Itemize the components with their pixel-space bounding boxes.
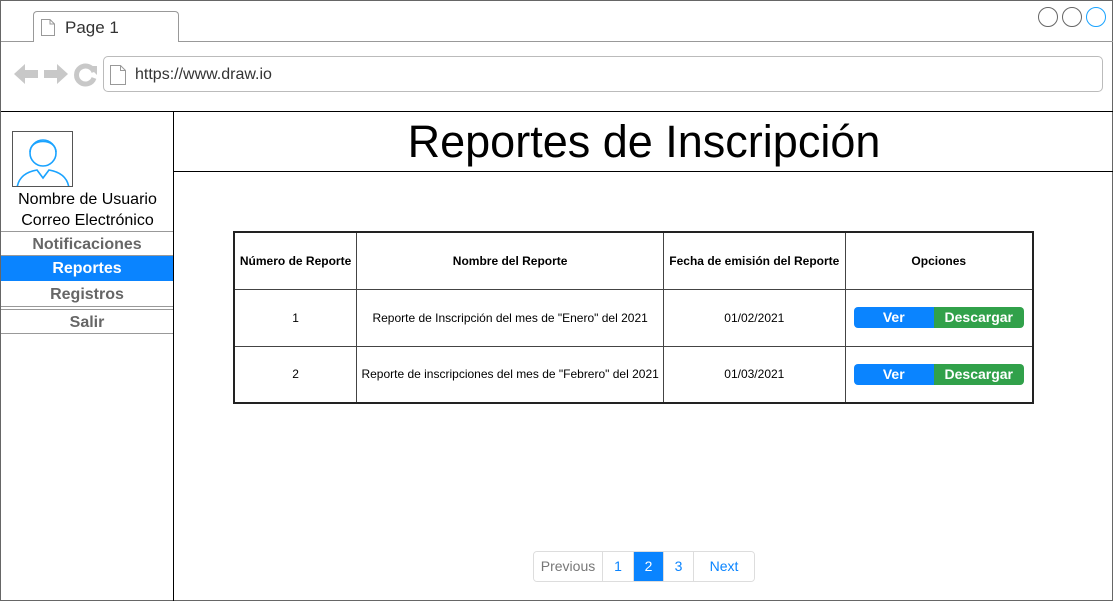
- maximize-button[interactable]: [1062, 7, 1082, 27]
- report-options: Ver Descargar: [844, 288, 1034, 347]
- table-header-row: Número de Reporte Nombre del Reporte Fec…: [233, 231, 1034, 290]
- user-avatar-icon: [16, 139, 70, 186]
- sidebar-item-notificaciones[interactable]: Notificaciones: [1, 231, 173, 256]
- report-options: Ver Descargar: [844, 345, 1034, 404]
- page-title: Reportes de Inscripción: [174, 112, 1113, 172]
- page-icon: [41, 19, 55, 36]
- pagination: Previous 1 2 3 Next: [533, 551, 755, 582]
- sidebar: Nombre de Usuario Correo Electrónico Not…: [1, 111, 174, 601]
- refresh-icon[interactable]: [74, 63, 98, 87]
- report-name: Reporte de inscripciones del mes de "Feb…: [356, 345, 665, 404]
- page-3-button[interactable]: 3: [664, 552, 694, 581]
- back-arrow-icon[interactable]: [13, 63, 39, 85]
- report-number: 2: [233, 345, 358, 404]
- report-date: 01/03/2021: [663, 345, 846, 404]
- report-number: 1: [233, 288, 358, 347]
- report-date: 01/02/2021: [663, 288, 846, 347]
- column-header: Número de Reporte: [233, 231, 358, 290]
- avatar: [12, 131, 73, 187]
- view-button[interactable]: Ver: [853, 363, 934, 385]
- sidebar-item-reportes[interactable]: Reportes: [1, 256, 173, 281]
- next-page-button[interactable]: Next: [694, 552, 754, 581]
- tab-label: Page 1: [65, 18, 119, 37]
- page-2-button[interactable]: 2: [634, 552, 664, 581]
- options-button-group: Ver Descargar: [853, 307, 1024, 328]
- table-row: 1 Reporte de Inscripción del mes de "Ene…: [233, 288, 1034, 347]
- options-button-group: Ver Descargar: [853, 363, 1024, 385]
- user-email: Correo Electrónico: [21, 212, 154, 229]
- page-1-button[interactable]: 1: [603, 552, 634, 581]
- report-name: Reporte de Inscripción del mes de "Enero…: [356, 288, 665, 347]
- reports-table: Número de Reporte Nombre del Reporte Fec…: [233, 231, 1034, 404]
- previous-page-button[interactable]: Previous: [534, 552, 603, 581]
- view-button[interactable]: Ver: [853, 307, 934, 328]
- forward-arrow-icon[interactable]: [43, 63, 69, 85]
- sidebar-item-salir[interactable]: Salir: [1, 309, 173, 334]
- browser-tab[interactable]: Page 1: [33, 11, 179, 42]
- minimize-button[interactable]: [1038, 7, 1058, 27]
- close-button[interactable]: [1086, 7, 1106, 27]
- column-header: Nombre del Reporte: [356, 231, 665, 290]
- browser-window: Page 1 https://www.draw.io Nombre de Usu…: [0, 0, 1113, 601]
- table-row: 2 Reporte de inscripciones del mes de "F…: [233, 345, 1034, 404]
- download-button[interactable]: Descargar: [933, 307, 1024, 328]
- column-header: Fecha de emisión del Reporte: [663, 231, 846, 290]
- sidebar-item-registros[interactable]: Registros: [1, 282, 173, 307]
- page-icon: [110, 65, 126, 85]
- download-button[interactable]: Descargar: [933, 363, 1024, 385]
- user-name: Nombre de Usuario: [18, 191, 157, 208]
- column-header: Opciones: [844, 231, 1034, 290]
- url-text: https://www.draw.io: [135, 66, 272, 83]
- address-bar[interactable]: https://www.draw.io: [103, 56, 1103, 92]
